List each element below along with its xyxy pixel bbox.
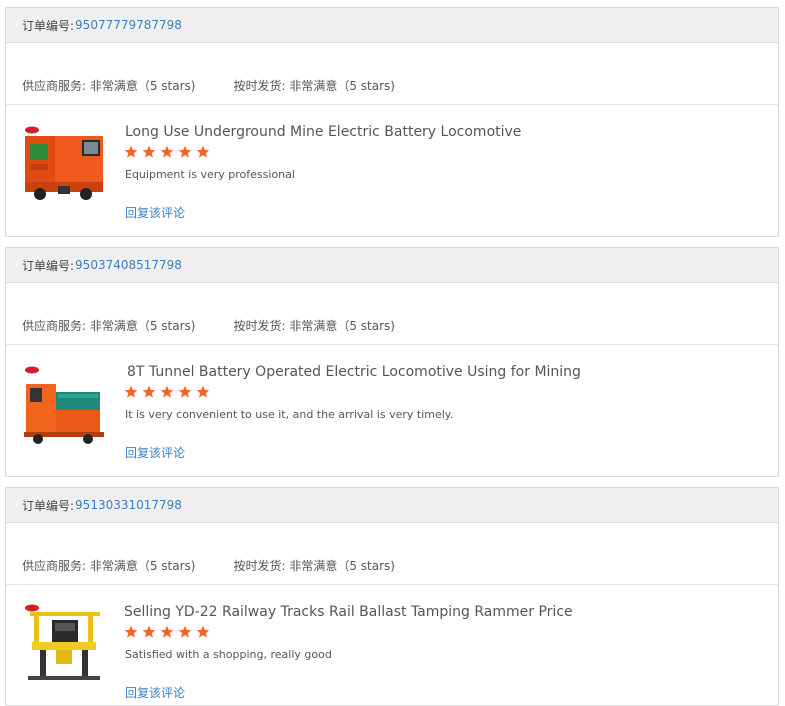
- supplier-service-rating: 供应商服务: 非常满意（5 stars): [22, 79, 196, 93]
- star-icon: [160, 145, 174, 158]
- ratings-row: 供应商服务: 非常满意（5 stars) 按时发货: 非常满意（5 stars): [6, 283, 778, 345]
- star-icon: [178, 385, 192, 398]
- reply-to-review-link[interactable]: 回复该评论: [125, 444, 185, 461]
- reply-to-review-link[interactable]: 回复该评论: [125, 204, 185, 221]
- product-title-link[interactable]: Selling YD-22 Railway Tracks Rail Ballas…: [124, 604, 573, 620]
- order-number-link[interactable]: 95130331017798: [75, 498, 182, 512]
- order-header: 订单编号: 95077779787798: [6, 8, 778, 43]
- on-time-delivery-rating: 按时发货: 非常满意（5 stars): [233, 79, 396, 93]
- review-comment: It is very convenient to use it, and the…: [125, 408, 454, 421]
- review-card: 订单编号: 95130331017798 供应商服务: 非常满意（5 stars…: [5, 487, 779, 706]
- star-icon: [124, 145, 138, 158]
- star-icon: [124, 625, 138, 638]
- order-header: 订单编号: 95037408517798: [6, 248, 778, 283]
- ratings-row: 供应商服务: 非常满意（5 stars) 按时发货: 非常满意（5 stars): [6, 523, 778, 585]
- star-icon: [142, 385, 156, 398]
- product-title-link[interactable]: 8T Tunnel Battery Operated Electric Loco…: [127, 364, 581, 380]
- on-time-delivery-rating: 按时发货: 非常满意（5 stars): [233, 319, 396, 333]
- star-icon: [124, 385, 138, 398]
- star-rating: [124, 385, 214, 399]
- on-time-delivery-rating: 按时发货: 非常满意（5 stars): [233, 559, 396, 573]
- star-icon: [178, 145, 192, 158]
- star-icon: [160, 625, 174, 638]
- review-comment: Equipment is very professional: [125, 168, 295, 181]
- star-icon: [196, 385, 210, 398]
- star-icon: [142, 145, 156, 158]
- star-icon: [142, 625, 156, 638]
- review-card: 订单编号: 95037408517798 供应商服务: 非常满意（5 stars…: [5, 247, 779, 477]
- product-thumbnail-tamping-rammer[interactable]: [22, 602, 106, 686]
- ratings-row: 供应商服务: 非常满意（5 stars) 按时发货: 非常满意（5 stars): [6, 43, 778, 105]
- review-card: 订单编号: 95077779787798 供应商服务: 非常满意（5 stars…: [5, 7, 779, 237]
- product-thumbnail-battery-locomotive[interactable]: [22, 122, 106, 206]
- order-number-link[interactable]: 95077779787798: [75, 18, 182, 32]
- star-icon: [196, 625, 210, 638]
- product-row: Selling YD-22 Railway Tracks Rail Ballas…: [6, 585, 778, 705]
- star-rating: [124, 145, 214, 159]
- order-label: 订单编号:: [22, 498, 75, 513]
- supplier-service-rating: 供应商服务: 非常满意（5 stars): [22, 559, 196, 573]
- product-row: 8T Tunnel Battery Operated Electric Loco…: [6, 345, 778, 476]
- star-icon: [178, 625, 192, 638]
- product-thumbnail-tunnel-locomotive[interactable]: [22, 362, 106, 446]
- star-icon: [196, 145, 210, 158]
- product-title-link[interactable]: Long Use Underground Mine Electric Batte…: [125, 124, 521, 140]
- product-row: Long Use Underground Mine Electric Batte…: [6, 105, 778, 236]
- order-header: 订单编号: 95130331017798: [6, 488, 778, 523]
- supplier-service-rating: 供应商服务: 非常满意（5 stars): [22, 319, 196, 333]
- star-icon: [160, 385, 174, 398]
- order-number-link[interactable]: 95037408517798: [75, 258, 182, 272]
- star-rating: [124, 625, 214, 639]
- reply-to-review-link[interactable]: 回复该评论: [125, 684, 185, 701]
- order-label: 订单编号:: [22, 258, 75, 273]
- order-label: 订单编号:: [22, 18, 75, 33]
- review-comment: Satisfied with a shopping, really good: [125, 648, 332, 661]
